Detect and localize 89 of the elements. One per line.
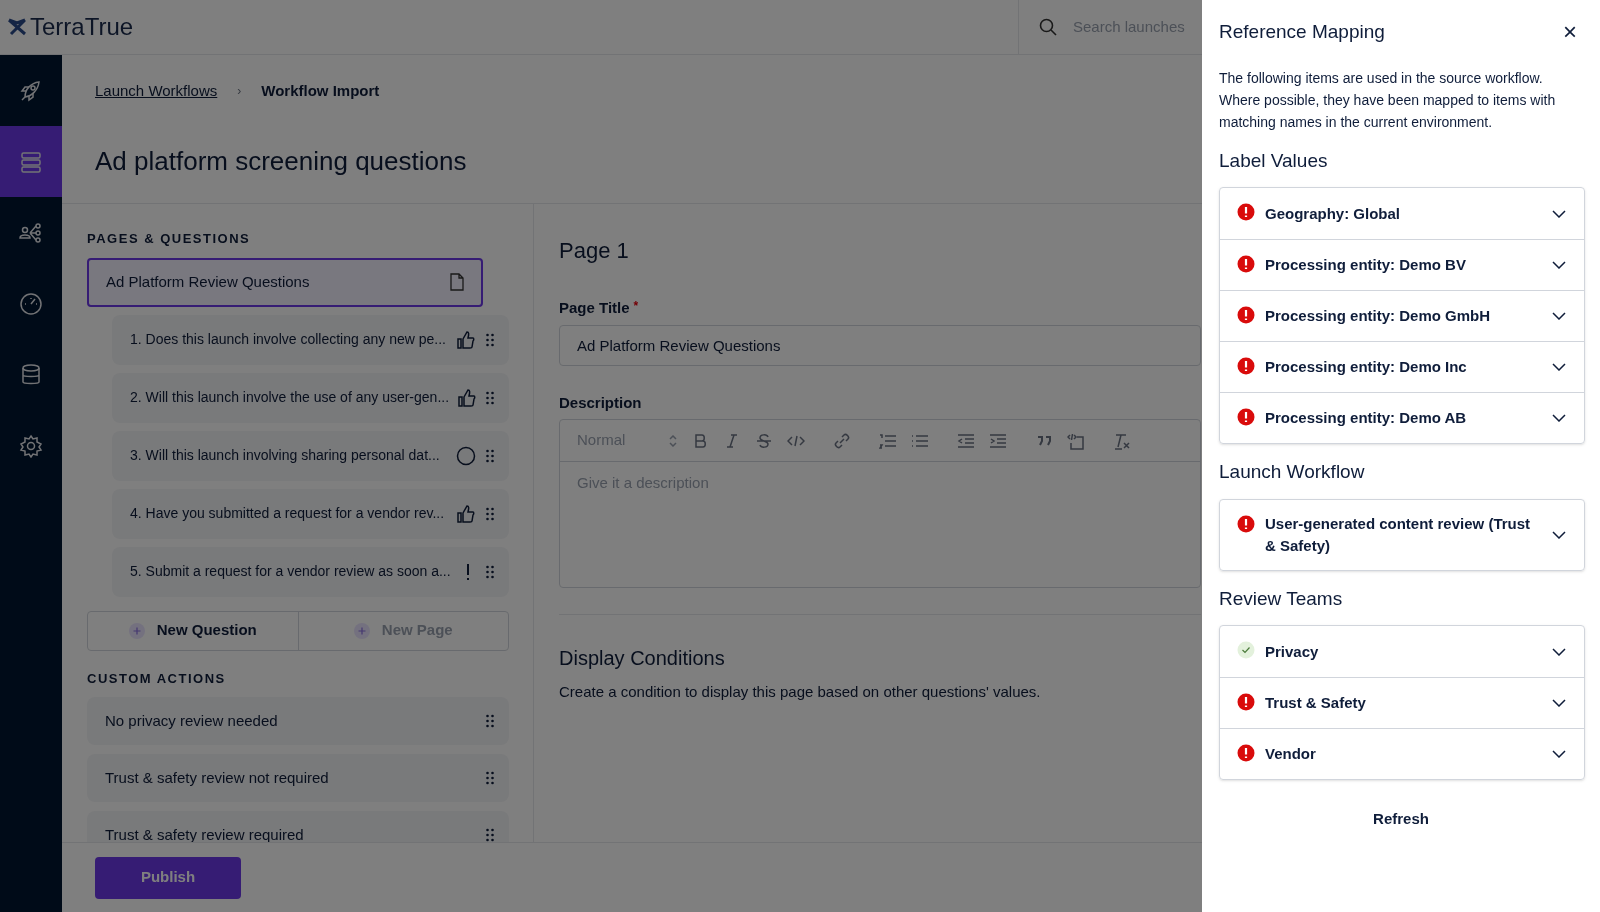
drag-handle-icon <box>485 564 495 579</box>
toolbar-button[interactable] <box>833 431 851 450</box>
thumbs-up-icon <box>457 330 475 349</box>
page-heading: Page 1 <box>559 237 629 265</box>
question-item[interactable]: 3. Will this launch involving sharing personal dat... <box>112 430 509 481</box>
gauge-icon <box>19 291 43 316</box>
toolbar-button[interactable] <box>1113 431 1131 450</box>
chevron-down-icon <box>1552 647 1566 656</box>
code-block-icon <box>1067 431 1085 450</box>
chevron-down-icon <box>1552 363 1566 371</box>
chevron-down-icon <box>1552 699 1566 707</box>
drag-handle-icon <box>485 390 495 405</box>
outdent-icon <box>957 431 975 450</box>
search-icon <box>1039 18 1057 36</box>
toolbar-button[interactable] <box>989 431 1007 450</box>
question-item[interactable]: 4. Have you submitted a request for a vendor rev... <box>112 488 509 539</box>
custom-action-item[interactable]: Trust & safety review not required <box>87 754 509 802</box>
mapping-item[interactable]: Processing entity: Demo AB <box>1220 392 1584 443</box>
settings-icon <box>19 433 43 458</box>
mapping-item[interactable]: Processing entity: Demo BV <box>1220 239 1584 290</box>
section-heading: Display Conditions <box>559 646 725 671</box>
drag-handle-icon <box>485 448 495 463</box>
drag-handle-icon <box>485 714 495 728</box>
logo-icon <box>8 18 26 36</box>
indent-icon <box>989 431 1007 450</box>
add-button[interactable]: New Question <box>88 611 298 650</box>
close-button[interactable]: × <box>1563 20 1583 45</box>
section-heading: CUSTOM ACTIONS <box>87 669 227 688</box>
section-description: Create a condition to display this page based on other questions' values. <box>559 682 1041 702</box>
mapping-item[interactable]: User-generated content review (Trust & Safety) <box>1220 499 1584 570</box>
circle-icon <box>456 445 476 466</box>
logo[interactable]: TerraTrue <box>30 9 134 45</box>
chevron-down-icon <box>1552 530 1566 539</box>
mapping-item[interactable]: Processing entity: Demo GmbH <box>1220 290 1584 341</box>
mapping-item[interactable]: Geography: Global <box>1220 188 1584 239</box>
question-item[interactable]: 5. Submit a request for a vendor review as soon a... <box>112 546 509 597</box>
document-icon <box>450 273 464 291</box>
mapping-item[interactable]: Processing entity: Demo Inc <box>1220 341 1584 392</box>
section-heading: Label Values <box>1219 148 1329 173</box>
toolbar-button[interactable] <box>879 431 897 450</box>
mapping-item[interactable]: Vendor <box>1220 728 1584 779</box>
drag-handle-icon <box>485 506 495 521</box>
drag-handle-icon <box>485 771 495 785</box>
nav-item[interactable] <box>0 126 62 197</box>
chevron-down-icon <box>1552 209 1566 218</box>
chevron-down-icon <box>1552 750 1566 758</box>
field-label: Page Title <box>559 298 630 318</box>
section-heading: Launch Workflow <box>1219 460 1366 484</box>
drawer-title: Reference Mapping <box>1219 20 1385 44</box>
database-icon <box>19 362 43 387</box>
section-heading: Review Teams <box>1219 586 1344 611</box>
link-icon <box>833 431 851 450</box>
required-mark: * <box>633 298 639 315</box>
custom-action-item[interactable]: No privacy review needed <box>87 697 509 745</box>
toolbar-button[interactable] <box>957 431 975 450</box>
toolbar-button[interactable] <box>1067 431 1085 450</box>
page-heading: Ad platform screening questions <box>95 145 467 178</box>
list-icon <box>19 149 43 174</box>
plus-icon <box>353 622 370 639</box>
mapping-item[interactable]: Trust & Safety <box>1220 677 1584 728</box>
question-item[interactable]: 2. Will this launch involve the use of any user-gen... <box>112 372 509 423</box>
page-title-field[interactable]: Ad Platform Review Questions <box>559 324 1201 366</box>
breadcrumb-separator: › <box>237 83 242 100</box>
thumbs-up-icon <box>458 388 477 407</box>
field-label: Description <box>559 392 643 413</box>
chevron-down-icon <box>1552 261 1566 269</box>
numbered-list-icon <box>879 431 897 450</box>
sort-arrows-icon <box>669 434 677 447</box>
drawer-description: The following items are used in the source workflow. Where possible, they have been mapped to items with matching names in the current environment. <box>1219 68 1557 132</box>
exclamation-icon <box>464 562 471 581</box>
clear-format-icon <box>1113 431 1131 450</box>
thumbs-up-icon <box>457 504 475 523</box>
section-heading: PAGES & QUESTIONS <box>87 230 252 248</box>
strikethrough-icon <box>755 431 773 450</box>
mapping-item[interactable]: Privacy <box>1220 626 1584 677</box>
drag-handle-icon <box>485 332 495 347</box>
breadcrumb-link[interactable]: Launch Workflows <box>95 79 218 103</box>
question-item[interactable]: 1. Does this launch involve collecting any new pe... <box>112 314 509 365</box>
breadcrumb-current: Workflow Import <box>261 80 380 101</box>
rocket-icon <box>19 78 43 103</box>
refresh-button[interactable]: Refresh <box>1365 808 1437 831</box>
plus-icon <box>128 622 145 639</box>
drag-handle-icon <box>485 828 495 842</box>
chevron-down-icon <box>1552 312 1566 320</box>
toolbar-button[interactable] <box>755 431 773 450</box>
page-card[interactable]: Ad Platform Review Questions <box>87 257 483 307</box>
people-network-icon <box>19 220 43 245</box>
chevron-down-icon <box>1552 414 1566 422</box>
publish-button[interactable]: Publish <box>95 856 241 899</box>
